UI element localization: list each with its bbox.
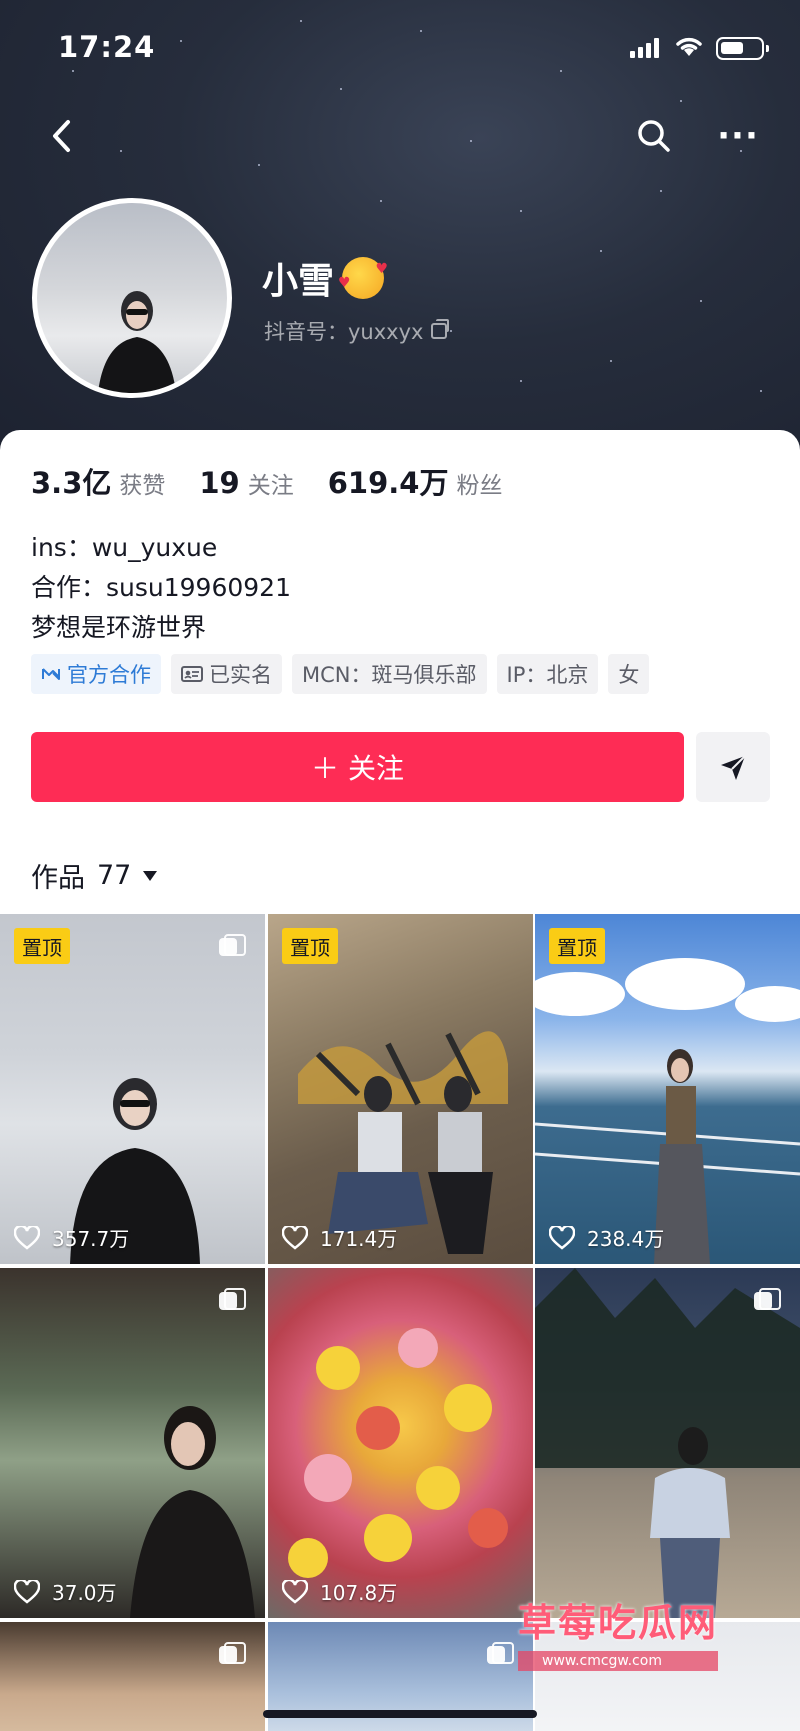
- douyin-id-row[interactable]: 抖音号：yuxxyx: [264, 316, 450, 346]
- watermark-title: 草莓吃瓜网: [518, 1601, 719, 1645]
- tag-label: IP：北京: [506, 663, 589, 687]
- video-tile[interactable]: 107.8万: [268, 1268, 533, 1618]
- watermark: 草莓吃瓜网 www.cmcgw.com: [518, 1592, 719, 1671]
- heart-icon: [14, 1579, 40, 1604]
- tag-mcn[interactable]: MCN：斑马俱乐部: [292, 654, 487, 694]
- bio-line: 梦想是环游世界: [31, 613, 207, 642]
- copy-icon[interactable]: [431, 319, 450, 339]
- stat-following[interactable]: 19 关注: [199, 466, 293, 500]
- share-button[interactable]: [696, 732, 770, 802]
- tag-ip: IP：北京: [496, 654, 599, 694]
- tag-label: MCN：斑马俱乐部: [302, 663, 477, 687]
- tag-gender: 女: [608, 654, 650, 694]
- home-indicator[interactable]: [263, 1710, 537, 1718]
- likes-count: 171.4万: [282, 1223, 397, 1252]
- bio: ins：wu_yuxue 合作：susu19960921 梦想是环游世界: [31, 528, 291, 648]
- multi-image-icon: [219, 934, 246, 958]
- video-tile[interactable]: 37.0万: [0, 1268, 265, 1618]
- stat-likes: 3.3亿 获赞: [31, 460, 165, 502]
- profile-tags: 官方合作 已实名 MCN：斑马俱乐部 IP：北京 女: [31, 654, 659, 694]
- smiling-hearts-emoji-icon: [338, 257, 388, 299]
- tag-official-cooperation[interactable]: 官方合作: [31, 654, 161, 694]
- more-dots-icon: ···: [717, 116, 759, 156]
- multi-image-icon: [487, 1642, 514, 1666]
- watermark-url: www.cmcgw.com: [518, 1651, 719, 1671]
- likes-value: 107.8万: [320, 1581, 398, 1605]
- person-figure: [130, 1406, 255, 1618]
- follow-button[interactable]: ＋ 关注: [31, 732, 684, 802]
- stats-row: 3.3亿 获赞 19 关注 619.4万 粉丝: [31, 460, 536, 502]
- tag-label: 已实名: [209, 663, 272, 687]
- heart-icon: [14, 1225, 40, 1250]
- avatar[interactable]: [32, 198, 232, 398]
- likes-value: 238.4万: [587, 1227, 665, 1251]
- id-card-icon: [181, 666, 203, 682]
- likes-value: 357.7万: [52, 1227, 130, 1251]
- bio-line: 合作：susu19960921: [31, 573, 291, 602]
- video-tile[interactable]: [0, 1622, 265, 1731]
- pinned-badge: 置顶: [282, 928, 338, 964]
- tag-verified[interactable]: 已实名: [171, 654, 282, 694]
- likes-count: 357.7万: [14, 1223, 129, 1252]
- profile-nickname: 小雪: [262, 261, 335, 302]
- stat-value: 3.3亿: [31, 466, 112, 500]
- battery-icon: [716, 37, 769, 60]
- heart-icon: [282, 1225, 308, 1250]
- video-tile[interactable]: 置顶 357.7万: [0, 914, 265, 1264]
- stat-value: 19: [199, 466, 240, 500]
- heart-icon: [549, 1225, 575, 1250]
- pinned-badge: 置顶: [14, 928, 70, 964]
- profile-header-background: 17:24 ··· 小雪 ♥ ♥ 抖音号：yuxxyx: [0, 0, 800, 460]
- multi-image-icon: [219, 1288, 246, 1312]
- bio-line: ins：wu_yuxue: [31, 533, 218, 562]
- video-thumbnail: [0, 1622, 265, 1731]
- video-tile[interactable]: 置顶 238.4万: [535, 914, 800, 1264]
- status-time: 17:24: [58, 30, 156, 64]
- works-tab[interactable]: 作品 77: [31, 856, 158, 895]
- wifi-icon: [676, 37, 702, 56]
- chevron-left-icon: [53, 120, 70, 152]
- heart-icon: [282, 1579, 308, 1604]
- search-button[interactable]: [630, 112, 678, 160]
- likes-count: 37.0万: [14, 1577, 117, 1606]
- tag-label: 女: [618, 663, 640, 687]
- works-tab-label: 作品: [31, 863, 85, 894]
- likes-count: 238.4万: [549, 1223, 664, 1252]
- status-bar: 17:24: [0, 0, 800, 96]
- handshake-icon: [42, 668, 60, 680]
- multi-image-icon: [754, 1288, 781, 1312]
- likes-value: 171.4万: [320, 1227, 398, 1251]
- video-tile[interactable]: [535, 1268, 800, 1618]
- back-button[interactable]: [38, 112, 86, 160]
- video-tile[interactable]: 置顶 171.4万: [268, 914, 533, 1264]
- multi-image-icon: [219, 1642, 246, 1666]
- more-button[interactable]: ···: [714, 112, 762, 160]
- tag-label: 官方合作: [67, 663, 151, 687]
- caret-down-icon: [143, 870, 158, 881]
- pinned-badge: 置顶: [549, 928, 605, 964]
- stat-label: 关注: [247, 473, 294, 499]
- stat-label: 获赞: [119, 473, 166, 499]
- works-count: 77: [97, 860, 132, 891]
- stat-label: 粉丝: [456, 473, 503, 499]
- flower-bouquet: [288, 1328, 508, 1578]
- cellular-signal-icon: [630, 38, 660, 58]
- search-icon: [638, 120, 670, 152]
- person-figure: [650, 1427, 730, 1618]
- likes-value: 37.0万: [52, 1581, 117, 1605]
- stat-value: 619.4万: [327, 466, 449, 500]
- send-icon: [721, 755, 746, 780]
- likes-count: 107.8万: [282, 1577, 397, 1606]
- stat-followers[interactable]: 619.4万 粉丝: [328, 460, 503, 502]
- avatar-photo: [97, 291, 177, 393]
- douyin-id: 抖音号：yuxxyx: [264, 320, 424, 344]
